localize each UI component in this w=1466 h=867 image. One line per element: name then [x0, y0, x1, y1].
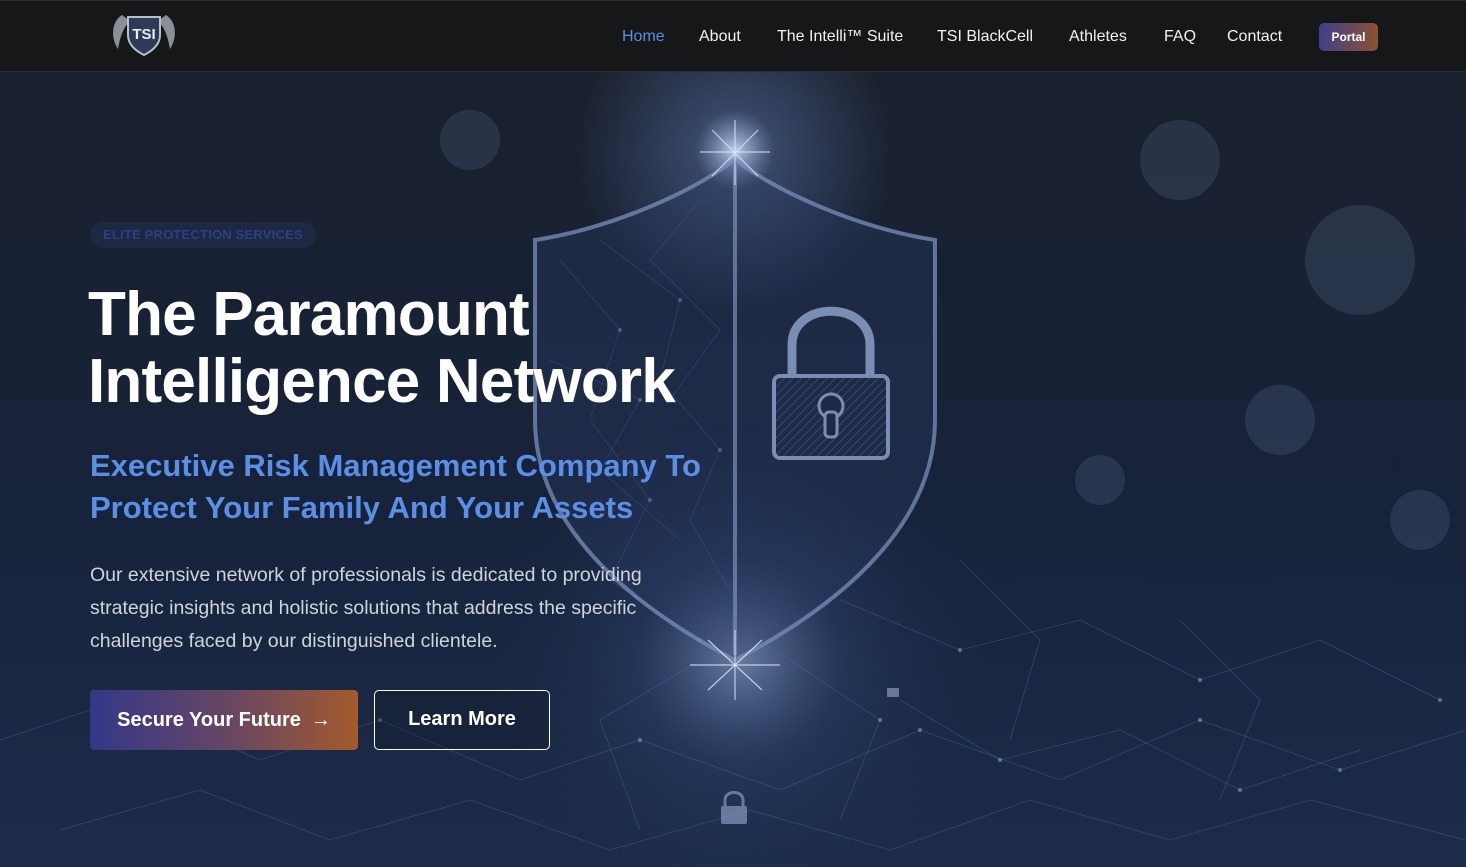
- nav-link-about[interactable]: About: [699, 27, 741, 47]
- learn-more-button[interactable]: Learn More: [374, 690, 550, 750]
- svg-text:TSI: TSI: [132, 26, 155, 43]
- nav-link-faq[interactable]: FAQ: [1164, 27, 1196, 47]
- hero-description: Our extensive network of professionals i…: [90, 564, 642, 652]
- nav-link-contact[interactable]: Contact: [1227, 27, 1282, 47]
- nav-link-athletes[interactable]: Athletes: [1069, 27, 1127, 47]
- hero-headline-line1: The Paramount: [88, 280, 530, 349]
- top-navbar: TSI Home About The Intelli™ Suite TSI Bl…: [0, 0, 1466, 72]
- nav-link-home[interactable]: Home: [622, 27, 665, 47]
- hero-headline: The Paramount Intelligence Network: [88, 281, 788, 415]
- hero-headline-line2: Intelligence Network: [88, 347, 676, 416]
- nav-link-intelli-suite[interactable]: The Intelli™ Suite: [777, 27, 903, 47]
- secure-your-future-label: Secure Your Future: [117, 709, 301, 731]
- arrow-right-icon: →: [310, 709, 331, 731]
- tsi-shield-logo[interactable]: TSI: [108, 9, 180, 57]
- eyebrow-badge: ELITE PROTECTION SERVICES: [90, 222, 316, 248]
- nav-link-tsi-blackcell[interactable]: TSI BlackCell: [937, 27, 1033, 47]
- secure-your-future-button[interactable]: Secure Your Future →: [90, 690, 358, 750]
- portal-button[interactable]: Portal: [1319, 23, 1378, 51]
- hero-subheadline: Executive Risk Management Company To Pro…: [90, 448, 701, 525]
